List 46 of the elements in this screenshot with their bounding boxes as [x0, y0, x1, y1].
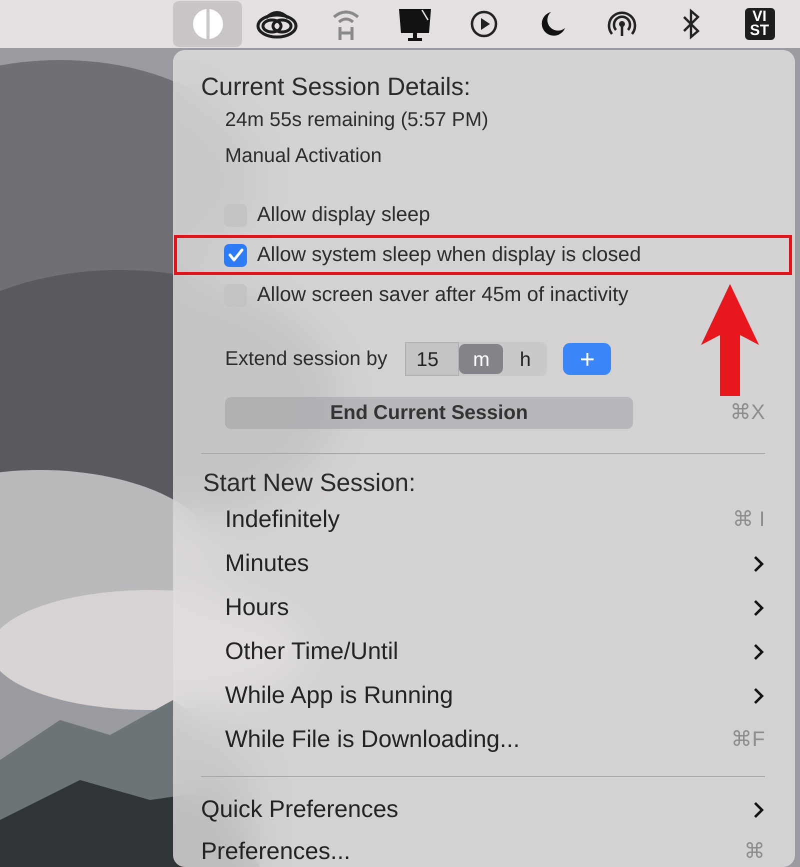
menu-item[interactable]: While App is Running [201, 674, 765, 718]
menu-item[interactable]: Preferences... ⌘ [201, 831, 765, 867]
session-info: 24m 55s remaining (5:57 PM) [225, 109, 488, 131]
checkbox[interactable] [224, 244, 247, 266]
circle-icon [192, 8, 224, 40]
menu-item[interactable]: Quick Preferences [201, 789, 765, 831]
chevron-icon [753, 555, 765, 573]
menu-item[interactable]: Indefinitely ⌘ I [201, 498, 765, 542]
menu-item-label: Hours [225, 593, 290, 623]
shortcut-label: ⌘ [744, 839, 765, 866]
shortcut-label: ⌘ I [732, 507, 765, 534]
menu-item-label: While File is Downloading... [225, 725, 520, 755]
menubar-badge[interactable]: VI ST [725, 1, 794, 47]
menu-item-label: Indefinitely [225, 505, 340, 535]
menu-item-label: Quick Preferences [201, 795, 398, 825]
play-icon [470, 10, 498, 38]
add-button[interactable]: + [563, 343, 612, 375]
menu-item-label: While App is Running [225, 681, 454, 711]
menu-item[interactable]: Hours [201, 586, 765, 630]
chevron-icon [753, 599, 765, 617]
duration-field[interactable]: 15 [405, 342, 460, 376]
checkbox-label: Allow display sleep [257, 202, 430, 228]
broadcast-icon [606, 9, 636, 39]
shortcut-label: ⌘X [730, 400, 765, 426]
checkbox-label: Allow screen saver after 45m of inactivity [257, 282, 628, 308]
unit-segment[interactable]: h [503, 344, 548, 374]
bluetooth-icon [680, 8, 700, 40]
menu-item-label: Minutes [225, 549, 310, 579]
menu-item-label: Other Time/Until [225, 637, 398, 667]
section-heading: Current Session Details: [201, 72, 472, 102]
menu-item-label: Preferences... [201, 837, 350, 867]
chevron-icon [753, 687, 765, 705]
menu-item[interactable]: Other Time/Until [201, 630, 765, 674]
extend-label: Extend session by [225, 347, 388, 372]
checkbox-label: Allow system sleep when display is closed [257, 242, 641, 268]
chevron-icon [753, 801, 765, 819]
menu-item[interactable]: Minutes [201, 542, 765, 586]
section-heading: Start New Session: [202, 468, 417, 498]
checkmark-icon [228, 248, 244, 262]
chevron-icon [753, 643, 765, 661]
shortcut-label: ⌘F [731, 727, 765, 754]
menu-item[interactable]: While File is Downloading... ⌘F [201, 718, 765, 762]
unit-segment[interactable]: m [459, 344, 504, 374]
session-info: Manual Activation [225, 145, 382, 167]
loops-icon [256, 9, 298, 39]
end-session-button[interactable]: End Current Session [225, 397, 633, 429]
